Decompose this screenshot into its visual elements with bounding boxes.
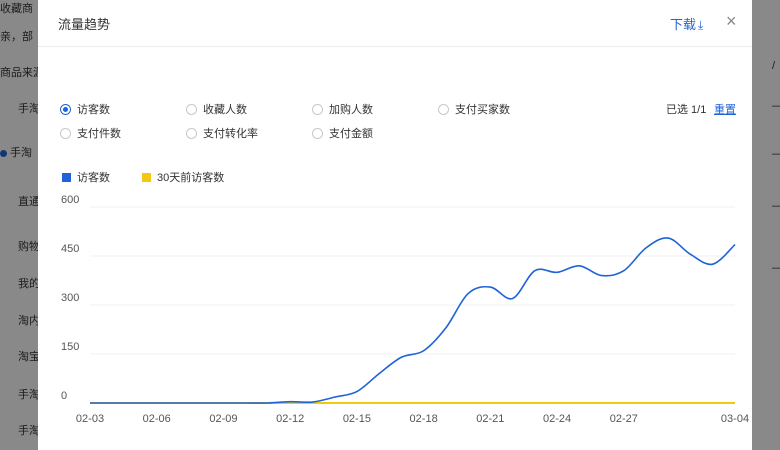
x-tick-label: 02-12 bbox=[276, 413, 304, 425]
y-tick-label: 450 bbox=[61, 243, 79, 255]
x-tick-label: 02-15 bbox=[343, 413, 371, 425]
y-tick-label: 300 bbox=[61, 292, 79, 304]
x-tick-label: 03-04 bbox=[721, 413, 749, 425]
x-tick-label: 02-09 bbox=[209, 413, 237, 425]
traffic-trend-modal: 流量趋势 下载 ⤓ × 访客数 收藏人数 加购人数 支付买家数 支付件数 支付转化率 支付金额… bbox=[38, 0, 752, 450]
x-tick-label: 02-27 bbox=[610, 413, 638, 425]
x-tick-label: 02-18 bbox=[410, 413, 438, 425]
y-tick-label: 0 bbox=[61, 390, 67, 402]
x-tick-label: 02-24 bbox=[543, 413, 571, 425]
y-tick-label: 600 bbox=[61, 194, 79, 206]
x-tick-label: 02-21 bbox=[476, 413, 504, 425]
x-tick-label: 02-03 bbox=[76, 413, 104, 425]
y-tick-label: 150 bbox=[61, 341, 79, 353]
x-tick-label: 02-06 bbox=[143, 413, 171, 425]
series-line-current bbox=[90, 237, 736, 404]
trend-chart: 0 150 300 450 600 02-03 02-06 02-09 02-12 02-15 02… bbox=[61, 194, 749, 425]
